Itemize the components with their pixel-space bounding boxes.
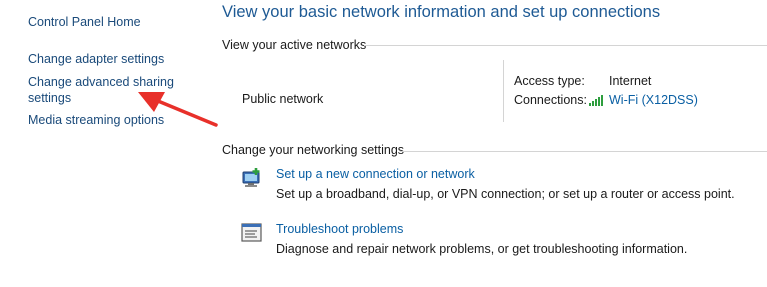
left-navigation: Control Panel Home Change adapter settin… (0, 0, 210, 287)
setup-connection-description: Set up a broadband, dial-up, or VPN conn… (276, 187, 735, 201)
wifi-connection-link[interactable]: Wi-Fi (X12DSS) (609, 93, 698, 107)
networking-settings-heading: Change your networking settings (222, 143, 405, 157)
link-line-1: Change advanced sharing (28, 75, 174, 89)
new-connection-icon (240, 168, 264, 190)
change-adapter-settings-link[interactable]: Change adapter settings (28, 51, 164, 67)
troubleshoot-icon (240, 222, 264, 244)
setup-connection-link[interactable]: Set up a new connection or network (276, 167, 475, 181)
access-type-label: Access type: (514, 74, 585, 88)
connections-label: Connections: (514, 93, 587, 107)
network-name: Public network (242, 92, 324, 106)
vertical-divider (503, 60, 504, 122)
main-content: View your basic network information and … (210, 0, 767, 287)
section-divider (364, 45, 767, 46)
change-advanced-sharing-settings-link[interactable]: Change advanced sharing settings (28, 74, 174, 106)
troubleshoot-problems-link[interactable]: Troubleshoot problems (276, 222, 403, 236)
active-networks-heading: View your active networks (222, 38, 367, 52)
link-line-2: settings (28, 91, 72, 105)
media-streaming-options-link[interactable]: Media streaming options (28, 112, 164, 128)
wifi-signal-icon (589, 94, 606, 109)
page-title: View your basic network information and … (222, 3, 661, 21)
troubleshoot-description: Diagnose and repair network problems, or… (276, 242, 688, 256)
control-panel-home-link[interactable]: Control Panel Home (28, 14, 141, 30)
section-divider (400, 151, 767, 152)
access-type-value: Internet (609, 74, 652, 88)
